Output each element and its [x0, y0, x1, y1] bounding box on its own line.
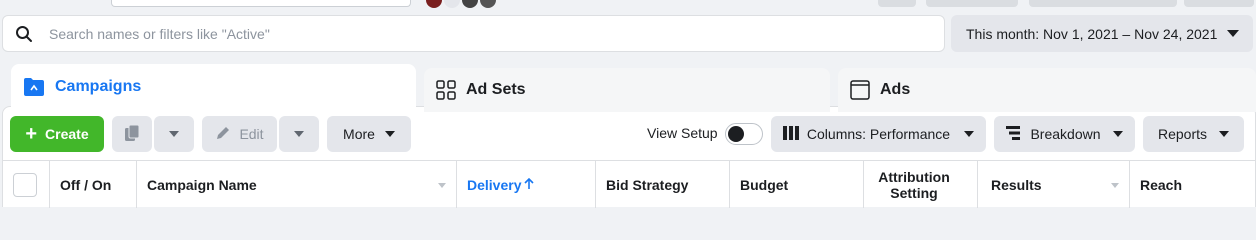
edit-button[interactable]: Edit — [202, 116, 277, 152]
avatar — [426, 0, 442, 8]
view-setup-toggle[interactable] — [725, 123, 763, 145]
column-label: Results — [991, 176, 1042, 193]
ad-frame-icon — [850, 80, 870, 100]
more-label: More — [343, 126, 375, 142]
tab-ads[interactable]: Ads — [838, 68, 1256, 112]
chevron-down-icon — [294, 131, 304, 137]
avatar — [480, 0, 496, 8]
column-label: Delivery — [467, 176, 522, 193]
chevron-down-icon — [1227, 30, 1239, 37]
column-header-bid-strategy[interactable]: Bid Strategy — [596, 161, 730, 208]
columns-label: Columns: Performance — [806, 126, 951, 142]
column-label: Campaign Name — [147, 176, 257, 193]
top-field-stub — [111, 0, 411, 7]
tab-ad-sets[interactable]: Ad Sets — [424, 68, 830, 112]
breakdown-icon — [1006, 125, 1021, 143]
duplicate-button[interactable] — [112, 116, 152, 152]
reports-button[interactable]: Reports — [1143, 116, 1244, 152]
tab-campaigns[interactable]: Campaigns — [11, 64, 416, 110]
top-button-stub[interactable] — [926, 0, 1018, 7]
folder-icon — [23, 77, 45, 97]
column-label: Attribution Setting — [878, 168, 950, 201]
search-icon — [15, 24, 35, 44]
chevron-down-icon — [169, 131, 179, 137]
avatar — [444, 0, 460, 8]
chevron-down-icon — [1112, 131, 1123, 137]
top-button-stub[interactable] — [1029, 0, 1177, 7]
view-setup-label: View Setup — [647, 125, 718, 141]
column-header-budget[interactable]: Budget — [730, 161, 864, 208]
search-bar[interactable]: Search names or filters like "Active" — [2, 15, 945, 52]
top-button-stub[interactable] — [1184, 0, 1254, 7]
search-input[interactable]: Search names or filters like "Active" — [49, 26, 270, 42]
columns-button[interactable]: Columns: Performance — [771, 116, 986, 152]
column-header-off-on[interactable]: Off / On — [50, 161, 137, 208]
toggle-knob — [728, 126, 744, 142]
grid-icon — [436, 80, 456, 100]
breakdown-label: Breakdown — [1030, 126, 1101, 142]
create-label: Create — [45, 126, 89, 142]
edit-label: Edit — [239, 126, 264, 142]
column-header-attribution-setting[interactable]: Attribution Setting — [864, 161, 978, 208]
column-header-delivery[interactable]: Delivery — [457, 161, 596, 208]
column-header-campaign-name[interactable]: Campaign Name — [137, 161, 457, 208]
select-all-column — [3, 161, 50, 208]
pencil-icon — [215, 125, 231, 144]
tab-label: Ads — [880, 81, 911, 98]
column-label: Off / On — [60, 176, 112, 193]
column-label: Budget — [740, 176, 789, 193]
top-button-stub[interactable] — [878, 0, 916, 7]
duplicate-icon — [124, 124, 140, 145]
column-label: Bid Strategy — [606, 176, 689, 193]
duplicate-dropdown[interactable] — [154, 116, 194, 152]
select-all-checkbox[interactable] — [13, 172, 37, 197]
reports-label: Reports — [1157, 126, 1208, 142]
column-header-reach[interactable]: Reach — [1130, 161, 1255, 208]
tab-label: Ad Sets — [466, 81, 526, 98]
chevron-down-icon — [1219, 131, 1230, 137]
table-header: Off / On Campaign Name Delivery Bid Stra… — [3, 160, 1255, 208]
breakdown-button[interactable]: Breakdown — [994, 116, 1135, 152]
avatar — [462, 0, 478, 8]
sort-up-arrow-icon — [524, 177, 535, 193]
edit-dropdown[interactable] — [279, 116, 319, 152]
more-button[interactable]: More — [327, 116, 411, 152]
sort-caret-icon[interactable] — [1111, 183, 1119, 188]
date-range-picker[interactable]: This month: Nov 1, 2021 – Nov 24, 2021 — [951, 15, 1253, 52]
sort-caret-icon[interactable] — [438, 183, 446, 188]
plus-icon: + — [25, 123, 38, 145]
chevron-down-icon — [384, 131, 395, 137]
columns-icon — [782, 125, 799, 143]
tab-label: Campaigns — [55, 78, 142, 95]
date-range-label: This month: Nov 1, 2021 – Nov 24, 2021 — [966, 25, 1218, 42]
create-button[interactable]: + Create — [10, 116, 104, 152]
column-label: Reach — [1140, 176, 1183, 193]
chevron-down-icon — [964, 131, 975, 137]
column-header-results[interactable]: Results — [978, 161, 1130, 208]
